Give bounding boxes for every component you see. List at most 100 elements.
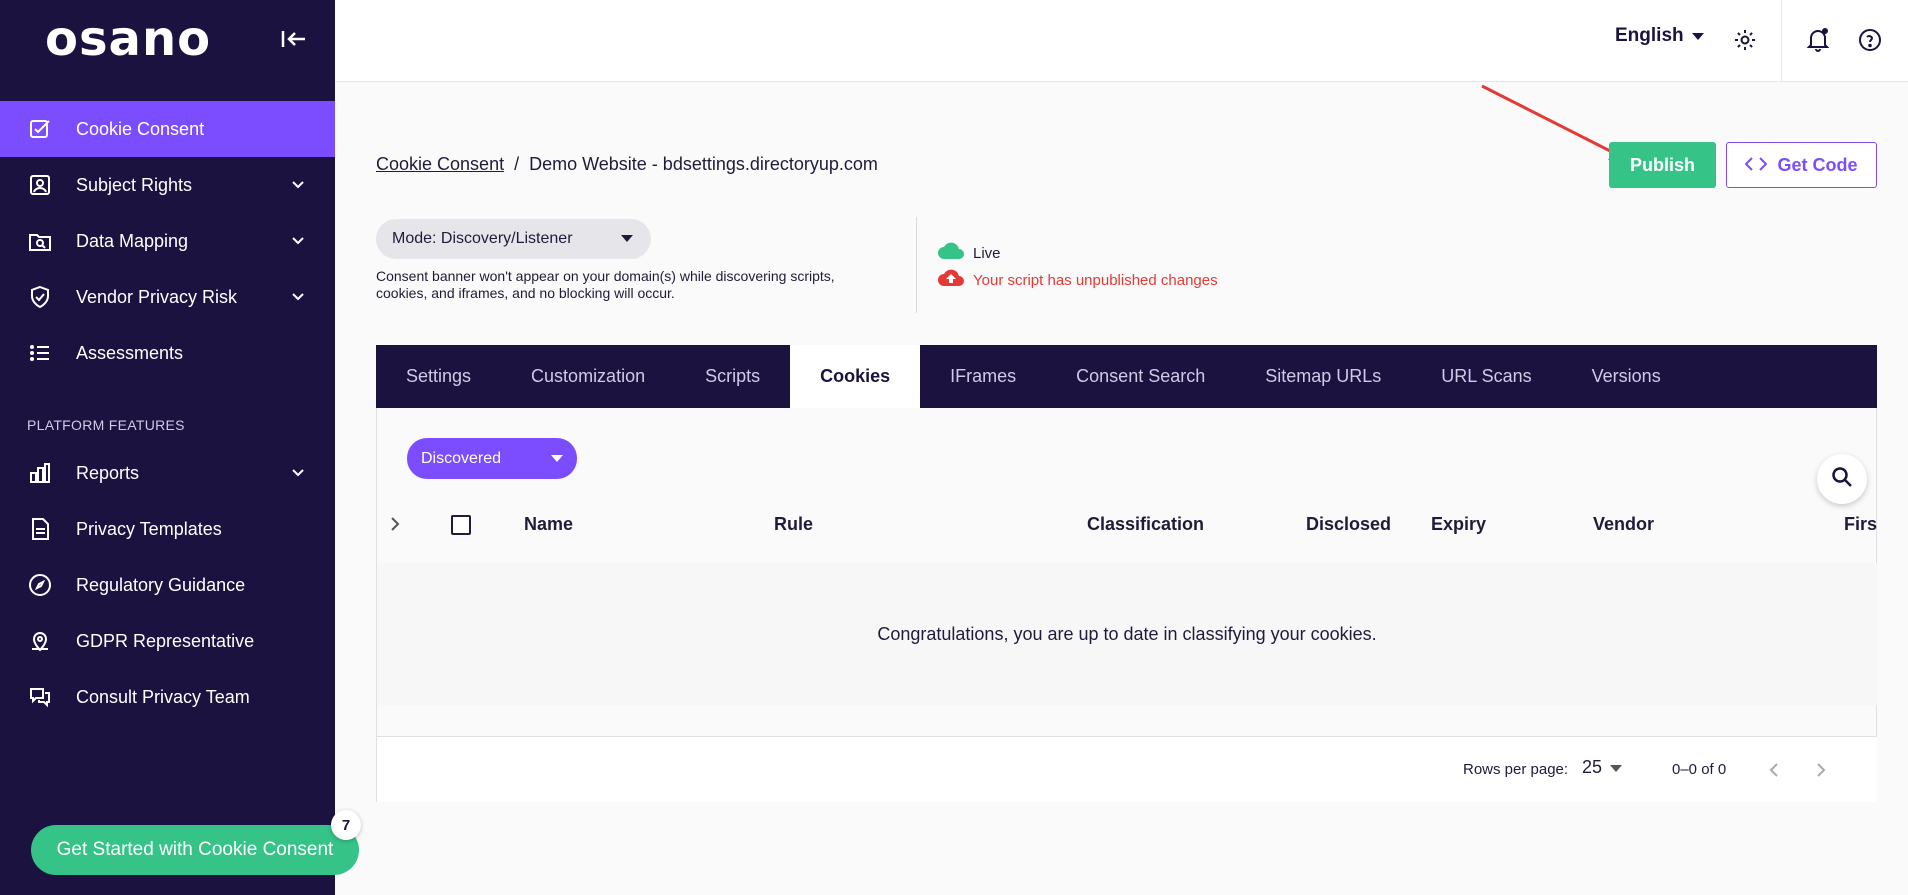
sidebar-item-vendor-privacy-risk[interactable]: Vendor Privacy Risk [0,269,335,325]
caret-down-icon [621,230,633,248]
tab-bar: Settings Customization Scripts Cookies I… [376,345,1877,408]
live-label: Live [973,244,1001,262]
cloud-upload-icon [937,269,965,291]
pagination-range: 0–0 of 0 [1672,761,1727,778]
checkbox-edit-icon [26,115,54,143]
sidebar-item-label: Vendor Privacy Risk [76,286,238,307]
sidebar-item-label: Subject Rights [76,174,193,195]
publish-button[interactable]: Publish [1609,142,1716,188]
rows-per-page-select[interactable]: 25 [1582,757,1623,778]
status-filter-select[interactable]: Discovered [407,438,577,479]
caret-down-icon [1691,25,1704,47]
sidebar-item-cookie-consent[interactable]: Cookie Consent [0,101,335,157]
sidebar-item-consult-privacy-team[interactable]: Consult Privacy Team [0,669,335,725]
previous-page-icon[interactable] [1760,756,1788,784]
expand-all-icon[interactable] [383,512,407,536]
location-pin-icon [26,627,54,655]
folder-search-icon [26,227,54,255]
rows-per-page-label: Rows per page: [1463,761,1569,778]
column-header-vendor[interactable]: Vendor [1593,514,1654,535]
sidebar-item-regulatory-guidance[interactable]: Regulatory Guidance [0,557,335,613]
collapse-sidebar-icon[interactable] [279,25,307,53]
tab-iframes[interactable]: IFrames [920,345,1046,408]
cookies-panel: Discovered Name Rule Classification Disc… [376,408,1877,802]
tab-cookies[interactable]: Cookies [790,345,921,408]
table-header: Name Rule Classification Disclosed Expir… [377,498,1877,553]
column-header-name[interactable]: Name [524,514,573,535]
tab-versions[interactable]: Versions [1562,345,1691,408]
chevron-down-icon [287,174,309,196]
bell-icon[interactable] [1803,25,1833,55]
tab-url-scans[interactable]: URL Scans [1411,345,1561,408]
empty-state-message: Congratulations, you are up to date in c… [377,563,1877,705]
sidebar-item-label: Cookie Consent [76,118,205,139]
get-started-button[interactable]: Get Started with Cookie Consent [31,825,359,875]
search-icon [1831,466,1853,493]
filter-label: Discovered [421,449,502,467]
sidebar-item-subject-rights[interactable]: Subject Rights [0,157,335,213]
language-label: English [1615,25,1684,46]
main-nav: Cookie Consent Subject Rights Data Mappi… [0,101,335,725]
document-icon [26,515,54,543]
warning-label: Your script has unpublished changes [973,271,1218,289]
sidebar-item-assessments[interactable]: Assessments [0,325,335,381]
tab-sitemap-urls[interactable]: Sitemap URLs [1235,345,1411,408]
gear-icon[interactable] [1730,25,1760,55]
mode-select[interactable]: Mode: Discovery/Listener [376,219,651,259]
sidebar-item-label: Privacy Templates [76,518,222,539]
chat-bubbles-icon [26,683,54,711]
breadcrumb-separator: / [514,154,520,174]
sidebar-item-label: Assessments [76,342,184,363]
compass-icon [26,571,54,599]
column-header-rule[interactable]: Rule [774,514,813,535]
mode-description: Consent banner won't appear on your doma… [376,268,835,301]
language-selector[interactable]: English [1615,25,1704,47]
column-header-classification[interactable]: Classification [1087,514,1204,535]
column-header-expiry[interactable]: Expiry [1431,514,1486,535]
get-code-button[interactable]: Get Code [1726,142,1877,188]
caret-down-icon [551,450,563,468]
user-badge-icon [26,171,54,199]
sidebar-item-privacy-templates[interactable]: Privacy Templates [0,501,335,557]
breadcrumb: Cookie Consent / Demo Website - bdsettin… [376,154,878,175]
column-header-first[interactable]: First [1844,514,1877,535]
select-all-checkbox[interactable] [451,515,471,535]
sidebar-item-reports[interactable]: Reports [0,445,335,501]
sidebar-item-label: Data Mapping [76,230,189,251]
tab-scripts[interactable]: Scripts [675,345,790,408]
sidebar-item-data-mapping[interactable]: Data Mapping [0,213,335,269]
rows-per-page-value: 25 [1582,757,1603,777]
get-code-label: Get Code [1777,154,1858,175]
osano-logo[interactable]: osano [45,15,211,63]
sidebar-item-gdpr-representative[interactable]: GDPR Representative [0,613,335,669]
platform-features-heading: PLATFORM FEATURES [27,417,185,433]
sidebar-item-label: Regulatory Guidance [76,574,246,595]
status-divider [916,217,917,313]
live-status: Live [937,242,1001,264]
mode-label: Mode: Discovery/Listener [392,230,573,247]
chevron-down-icon [287,230,309,252]
help-icon[interactable] [1855,25,1885,55]
get-started-count-badge: 7 [331,810,361,840]
chevron-down-icon [287,462,309,484]
tab-settings[interactable]: Settings [376,345,501,408]
search-button[interactable] [1817,454,1867,504]
tab-customization[interactable]: Customization [501,345,675,408]
cloud-icon [937,242,965,264]
breadcrumb-cookie-consent-link[interactable]: Cookie Consent [376,154,504,175]
next-page-icon[interactable] [1807,756,1835,784]
shield-check-icon [26,283,54,311]
chevron-down-icon [287,286,309,308]
tab-consent-search[interactable]: Consent Search [1046,345,1235,408]
sidebar: osano Cookie Consent Subject Rights Data… [0,0,335,895]
column-header-disclosed[interactable]: Disclosed [1306,514,1391,535]
code-icon [1745,155,1768,176]
topbar-divider [1781,0,1782,82]
sidebar-item-label: Consult Privacy Team [76,686,250,707]
caret-down-icon [1610,757,1623,778]
sidebar-item-label: Reports [76,462,140,483]
list-icon [26,339,54,367]
unpublished-status: Your script has unpublished changes [937,269,1218,291]
breadcrumb-current: Demo Website - bdsettings.directoryup.co… [529,154,878,174]
bar-chart-icon [26,459,54,487]
